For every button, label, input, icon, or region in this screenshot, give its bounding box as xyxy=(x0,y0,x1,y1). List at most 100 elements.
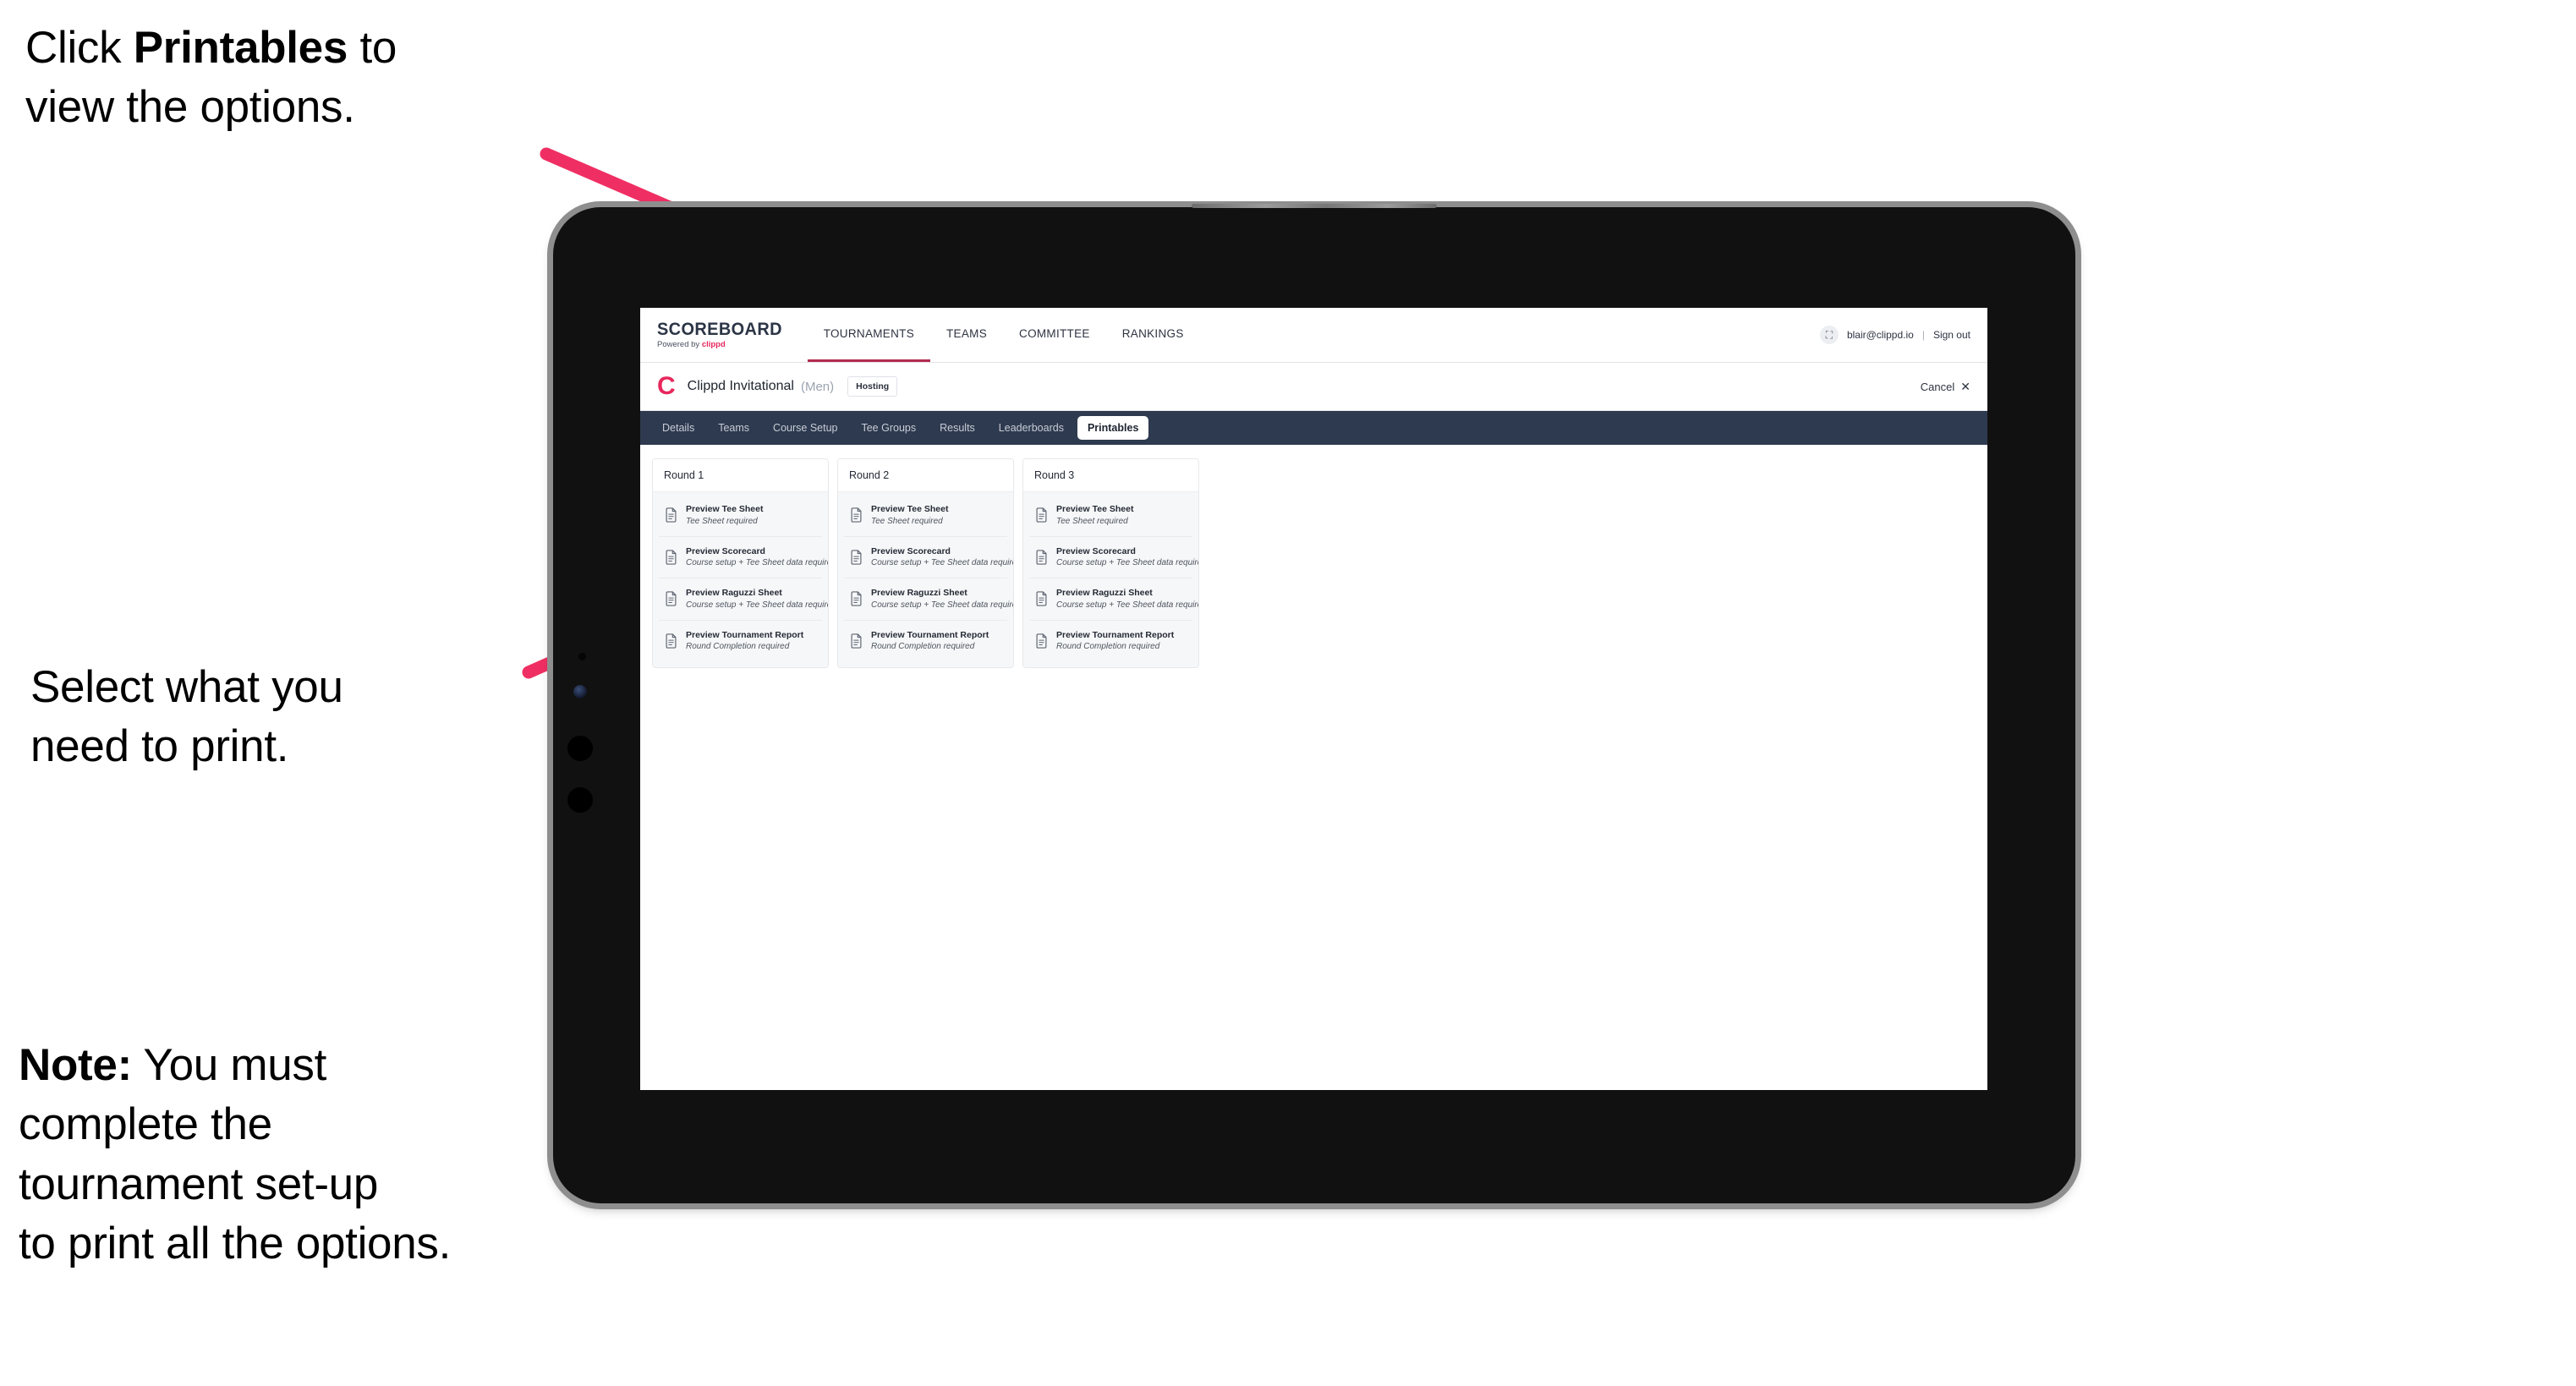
printable-title: Preview Tournament Report xyxy=(871,629,989,640)
user-block: ⛶ blair@clippd.io | Sign out xyxy=(1819,308,1987,362)
logo-subtitle: Powered by clippd xyxy=(657,341,789,349)
printable-row[interactable]: Preview Tee Sheet Tee Sheet required xyxy=(1029,495,1192,537)
document-icon xyxy=(1036,591,1047,607)
printable-texts: Preview Tee Sheet Tee Sheet required xyxy=(871,504,948,527)
annotation-click-bold: Printables xyxy=(133,23,348,73)
document-icon xyxy=(851,507,862,523)
printable-title: Preview Raguzzi Sheet xyxy=(686,588,782,599)
printable-row[interactable]: Preview Scorecard Course setup + Tee She… xyxy=(1029,537,1199,579)
printables-content: Round 1 Preview Tee Sheet Tee Sheet requ… xyxy=(640,445,1987,1090)
nav-item-committee[interactable]: COMMITTEE xyxy=(1003,308,1106,362)
document-icon xyxy=(851,550,862,565)
logo-wordmark: SCOREBOARD xyxy=(657,320,782,340)
printable-subtitle: Round Completion required xyxy=(871,642,975,652)
tablet-sensor-dot xyxy=(573,685,587,698)
printable-subtitle: Course setup + Tee Sheet data required xyxy=(871,558,1014,568)
printable-texts: Preview Raguzzi Sheet Course setup + Tee… xyxy=(871,588,1014,611)
app-screen: SCOREBOARD Powered by clippd TOURNAMENTS… xyxy=(640,308,1987,1090)
printable-subtitle: Round Completion required xyxy=(686,642,790,652)
printable-subtitle: Round Completion required xyxy=(1056,642,1160,652)
printable-row[interactable]: Preview Raguzzi Sheet Course setup + Tee… xyxy=(1029,578,1199,621)
annotation-click-printables: Click Printables to view the options. xyxy=(25,19,600,138)
document-icon xyxy=(1036,633,1047,649)
printable-row[interactable]: Preview Raguzzi Sheet Course setup + Tee… xyxy=(844,578,1014,621)
printable-texts: Preview Raguzzi Sheet Course setup + Tee… xyxy=(1056,588,1199,611)
document-icon xyxy=(666,507,677,523)
tab-details[interactable]: Details xyxy=(652,416,704,440)
nav-item-rankings[interactable]: RANKINGS xyxy=(1106,308,1200,362)
printable-title: Preview Tournament Report xyxy=(686,629,804,640)
printable-title: Preview Tee Sheet xyxy=(686,504,764,514)
tablet-speaker-strip xyxy=(1192,204,1437,208)
tablet-camera-dot-1 xyxy=(567,736,593,761)
nav-item-tournaments[interactable]: TOURNAMENTS xyxy=(807,308,930,362)
tab-leaderboards[interactable]: Leaderboards xyxy=(989,416,1074,440)
round-body: Preview Tee Sheet Tee Sheet required Pre… xyxy=(838,492,1014,668)
document-icon xyxy=(666,591,677,607)
logo-sub-prefix: Powered by xyxy=(657,340,702,350)
printable-texts: Preview Tournament Report Round Completi… xyxy=(686,630,803,653)
printable-row[interactable]: Preview Raguzzi Sheet Course setup + Tee… xyxy=(659,578,828,621)
round-title: Round 3 xyxy=(1023,459,1198,492)
printable-subtitle: Course setup + Tee Sheet data required xyxy=(1056,558,1199,568)
round-card: Round 2 Preview Tee Sheet Tee Sheet requ… xyxy=(837,458,1014,669)
document-icon xyxy=(1036,507,1047,523)
status-badge[interactable]: Hosting xyxy=(847,376,898,397)
printable-subtitle: Course setup + Tee Sheet data required xyxy=(871,600,1014,610)
round-card: Round 1 Preview Tee Sheet Tee Sheet requ… xyxy=(652,458,829,669)
printable-title: Preview Tournament Report xyxy=(1056,629,1175,640)
header-spacer xyxy=(1200,308,1820,362)
printable-subtitle: Course setup + Tee Sheet data required xyxy=(1056,600,1199,610)
printable-texts: Preview Scorecard Course setup + Tee She… xyxy=(686,545,829,569)
printable-row[interactable]: Preview Tournament Report Round Completi… xyxy=(1029,621,1192,662)
sign-out-link[interactable]: Sign out xyxy=(1933,329,1970,341)
cancel-button[interactable]: Cancel ✕ xyxy=(1921,380,1970,394)
printable-subtitle: Tee Sheet required xyxy=(686,516,758,526)
tab-printables[interactable]: Printables xyxy=(1077,416,1149,440)
cancel-label: Cancel xyxy=(1920,380,1955,393)
document-icon xyxy=(851,591,862,607)
printable-row[interactable]: Preview Scorecard Course setup + Tee She… xyxy=(844,537,1014,579)
printable-row[interactable]: Preview Scorecard Course setup + Tee She… xyxy=(659,537,829,579)
round-body: Preview Tee Sheet Tee Sheet required Pre… xyxy=(1023,492,1199,668)
printable-title: Preview Tee Sheet xyxy=(871,504,949,514)
global-header: SCOREBOARD Powered by clippd TOURNAMENTS… xyxy=(640,308,1987,363)
printable-texts: Preview Scorecard Course setup + Tee She… xyxy=(1056,545,1199,569)
printable-subtitle: Tee Sheet required xyxy=(1056,516,1128,526)
avatar[interactable]: ⛶ xyxy=(1819,326,1839,344)
nav-item-teams[interactable]: TEAMS xyxy=(930,308,1003,362)
printable-subtitle: Course setup + Tee Sheet data required xyxy=(686,558,829,568)
page-title: Clippd Invitational xyxy=(687,379,794,393)
printable-texts: Preview Tee Sheet Tee Sheet required xyxy=(686,504,763,527)
printable-title: Preview Scorecard xyxy=(1056,545,1136,556)
printable-texts: Preview Tee Sheet Tee Sheet required xyxy=(1056,504,1133,527)
printable-row[interactable]: Preview Tee Sheet Tee Sheet required xyxy=(659,495,822,537)
printable-subtitle: Tee Sheet required xyxy=(871,516,943,526)
user-separator: | xyxy=(1921,329,1925,341)
close-icon: ✕ xyxy=(1960,379,1970,393)
printable-row[interactable]: Preview Tournament Report Round Completi… xyxy=(659,621,822,662)
tablet-device: SCOREBOARD Powered by clippd TOURNAMENTS… xyxy=(553,204,2075,1203)
printable-row[interactable]: Preview Tee Sheet Tee Sheet required xyxy=(844,495,1007,537)
tab-teams[interactable]: Teams xyxy=(708,416,759,440)
tab-course-setup[interactable]: Course Setup xyxy=(763,416,847,440)
printable-title: Preview Tee Sheet xyxy=(1056,504,1134,514)
scoreboard-logo[interactable]: SCOREBOARD Powered by clippd xyxy=(640,308,808,362)
round-title: Round 2 xyxy=(838,459,1013,492)
document-icon xyxy=(666,550,677,565)
printable-row[interactable]: Preview Tournament Report Round Completi… xyxy=(844,621,1007,662)
printable-title: Preview Scorecard xyxy=(686,545,765,556)
tournament-gender-label: (Men) xyxy=(800,379,835,394)
printable-title: Preview Raguzzi Sheet xyxy=(871,588,967,599)
printable-texts: Preview Scorecard Course setup + Tee She… xyxy=(871,545,1014,569)
document-icon xyxy=(666,633,677,649)
printable-title: Preview Scorecard xyxy=(871,545,951,556)
tablet-camera-dot-2 xyxy=(567,787,593,813)
tournament-title-bar: C Clippd Invitational (Men) Hosting Canc… xyxy=(640,363,1987,411)
printable-texts: Preview Raguzzi Sheet Course setup + Tee… xyxy=(686,588,828,611)
tab-results[interactable]: Results xyxy=(929,416,985,440)
round-body: Preview Tee Sheet Tee Sheet required Pre… xyxy=(653,492,829,668)
printable-texts: Preview Tournament Report Round Completi… xyxy=(871,630,989,653)
annotation-click-prefix: Click xyxy=(25,23,134,73)
tab-tee-groups[interactable]: Tee Groups xyxy=(851,416,926,440)
